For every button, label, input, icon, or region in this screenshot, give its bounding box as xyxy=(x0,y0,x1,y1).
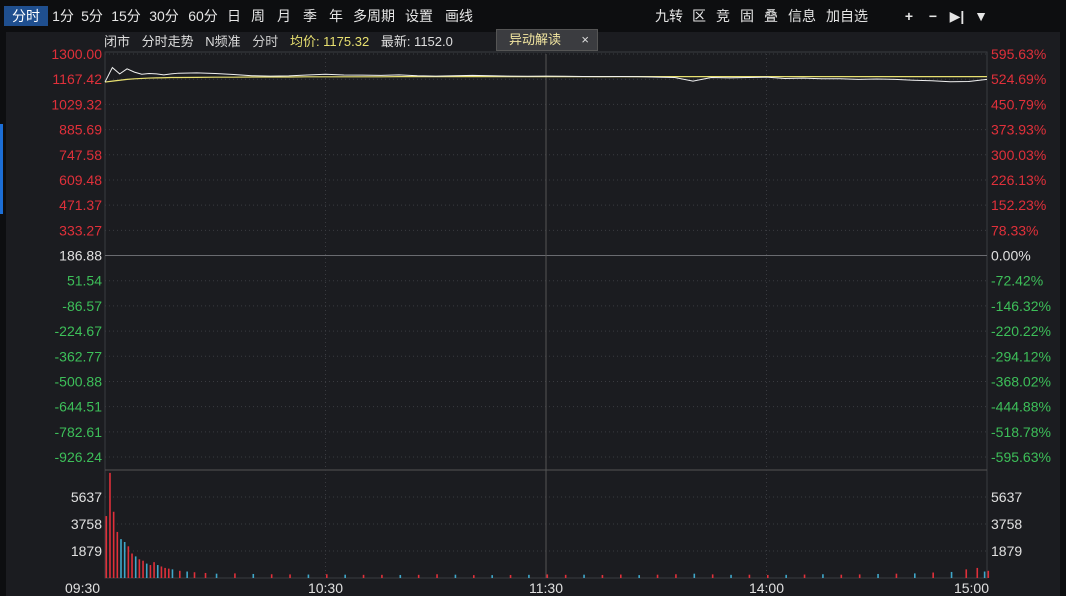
tab-6[interactable]: 日 xyxy=(224,6,244,26)
chart-mode: 分时走势 xyxy=(141,34,194,49)
left-edge-indicator[interactable] xyxy=(0,124,3,214)
frequency-label: N频准 xyxy=(205,34,241,49)
tab-4[interactable]: 30分 xyxy=(146,6,182,26)
toolbar-button-2[interactable]: 竞 xyxy=(712,6,734,26)
avg-price-label: 均价: 1175.32 xyxy=(289,34,370,49)
toolbar-button-4[interactable]: 叠 xyxy=(760,6,782,26)
tab-13[interactable]: 画线 xyxy=(440,6,478,26)
minus-icon[interactable]: − xyxy=(922,6,944,26)
anomaly-popup-label[interactable]: 异动解读 xyxy=(509,30,561,50)
latest-price-label: 最新: 1152.0 xyxy=(380,34,453,49)
market-status: 闭市 xyxy=(104,34,131,49)
right-edge-panel xyxy=(1060,32,1066,596)
plus-icon[interactable]: + xyxy=(898,6,920,26)
toolbar-button-5[interactable]: 信息 xyxy=(784,6,820,26)
tab-12[interactable]: 设置 xyxy=(400,6,438,26)
anomaly-popup[interactable]: 异动解读 × xyxy=(496,29,598,51)
tab-1[interactable]: 1分 xyxy=(50,6,76,26)
step-end-icon[interactable]: ▶| xyxy=(946,6,968,26)
info-bar: 闭市 分时走势 N频准 分时 均价: 1175.32 最新: 1152.0 xyxy=(104,33,461,51)
close-icon[interactable]: × xyxy=(581,30,589,50)
toolbar: 分时 1分 5分 15分 30分 60分日周月季年多周期 设置 画线 九转区竞固叠信息 加自选 + −… xyxy=(0,0,1066,32)
tab-8[interactable]: 月 xyxy=(272,6,296,26)
chevron-down-icon[interactable]: ▼ xyxy=(970,6,992,26)
toolbar-button-6[interactable]: 加自选 xyxy=(822,6,872,26)
tab-9[interactable]: 季 xyxy=(298,6,322,26)
tab-5[interactable]: 60分 xyxy=(184,6,222,26)
tab-7[interactable]: 周 xyxy=(246,6,270,26)
left-edge-panel xyxy=(0,32,6,596)
toolbar-button-1[interactable]: 区 xyxy=(688,6,710,26)
series-label: 分时 xyxy=(252,34,279,49)
chart-area xyxy=(0,32,1066,596)
toolbar-button-3[interactable]: 固 xyxy=(736,6,758,26)
tab-0[interactable]: 分时 xyxy=(4,6,48,26)
tab-10[interactable]: 年 xyxy=(324,6,348,26)
tab-3[interactable]: 15分 xyxy=(108,6,144,26)
toolbar-button-0[interactable]: 九转 xyxy=(652,6,686,26)
tab-11[interactable]: 多周期 xyxy=(350,6,398,26)
tab-2[interactable]: 5分 xyxy=(78,6,106,26)
